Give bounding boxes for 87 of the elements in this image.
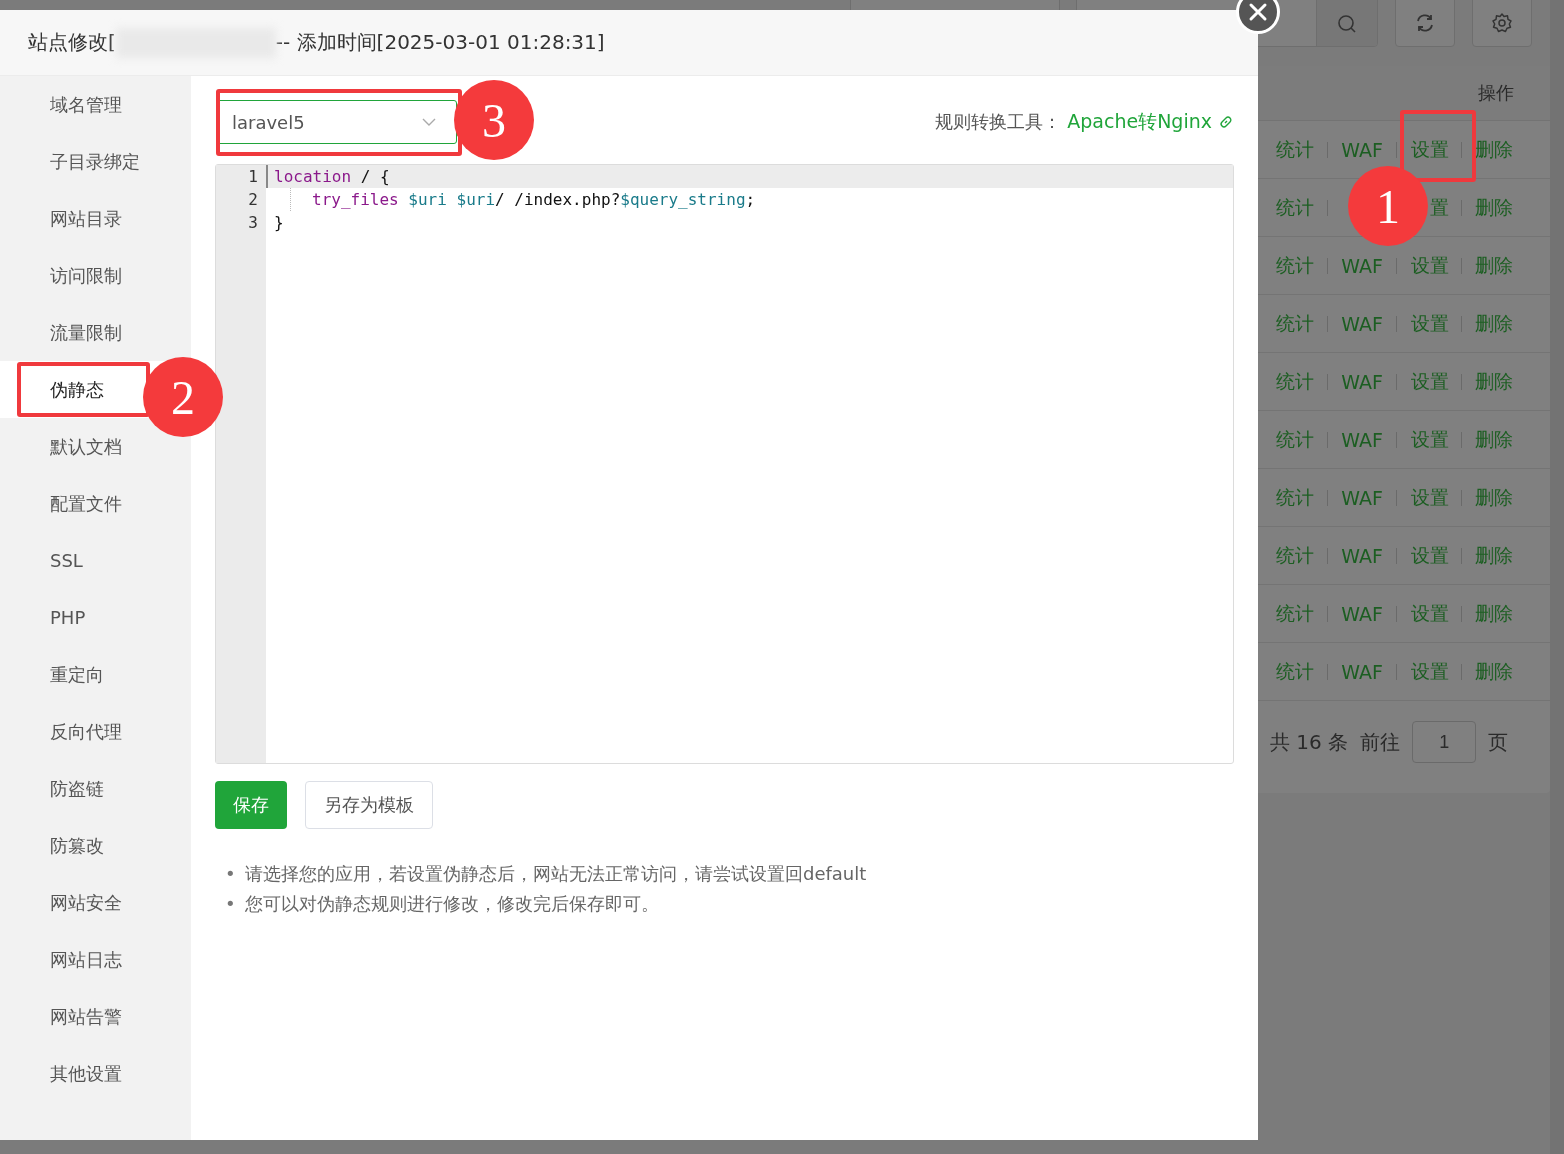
converter-link[interactable]: Apache转Nginx <box>1067 109 1212 135</box>
line-number: 3 <box>248 213 258 232</box>
action-link[interactable]: WAF <box>1341 428 1383 451</box>
save-template-button[interactable]: 另存为模板 <box>305 781 433 829</box>
action-link[interactable]: 删除 <box>1475 659 1513 682</box>
action-link[interactable]: 设置 <box>1411 658 1449 685</box>
action-link[interactable]: WAF <box>1341 370 1383 393</box>
action-link[interactable]: WAF <box>1341 254 1383 277</box>
action-link[interactable]: 删除 <box>1475 195 1513 218</box>
code-editor[interactable]: 1 2 3 location / { try_files $uri $uri/ /index.php?$query_string; } <box>215 164 1234 764</box>
action-link[interactable]: WAF <box>1341 138 1383 161</box>
action-link[interactable]: 统计 <box>1276 137 1314 160</box>
action-link[interactable]: 设置 <box>1411 484 1449 511</box>
sidebar-item[interactable]: 伪静态 <box>50 379 104 400</box>
action-link[interactable]: 设置 <box>1411 252 1449 279</box>
caret-icon <box>422 118 436 126</box>
action-link[interactable]: 删除 <box>1475 601 1513 624</box>
code-line: try_files $uri $uri/ /index.php?$query_string; <box>312 190 756 209</box>
sidebar-item[interactable]: 流量限制 <box>50 322 122 343</box>
settings-icon <box>1491 12 1513 34</box>
action-link[interactable]: 统计 <box>1276 253 1314 276</box>
close-icon <box>1247 1 1269 23</box>
refresh-icon <box>1414 12 1436 34</box>
action-link[interactable]: 删除 <box>1475 543 1513 566</box>
action-link[interactable]: WAF <box>1341 312 1383 335</box>
action-link[interactable]: 统计 <box>1276 311 1314 334</box>
code-line: } <box>274 213 284 232</box>
action-link[interactable]: 删除 <box>1475 137 1513 160</box>
help-note: 请选择您的应用，若设置伪静态后，网站无法正常访问，请尝试设置回default <box>245 863 867 884</box>
sidebar-item[interactable]: 网站日志 <box>50 949 122 970</box>
action-link[interactable]: 统计 <box>1276 369 1314 392</box>
converter-label: 规则转换工具： <box>935 110 1062 134</box>
save-button[interactable]: 保存 <box>215 781 287 829</box>
action-link[interactable]: 删除 <box>1475 369 1513 392</box>
sidebar-item[interactable]: 访问限制 <box>50 265 122 286</box>
sidebar-item[interactable]: 子目录绑定 <box>50 151 140 172</box>
action-link[interactable]: 统计 <box>1276 659 1314 682</box>
action-link[interactable]: 统计 <box>1276 601 1314 624</box>
settings-button[interactable] <box>1472 0 1532 47</box>
line-number: 1 <box>248 167 258 186</box>
action-link[interactable]: WAF <box>1341 486 1383 509</box>
action-link[interactable]: 删除 <box>1475 485 1513 508</box>
action-link[interactable]: 设置 <box>1411 368 1449 395</box>
sidebar-item[interactable]: 反向代理 <box>50 721 122 742</box>
refresh-button[interactable] <box>1395 0 1455 47</box>
sidebar-item[interactable]: 防篡改 <box>50 835 104 856</box>
action-link[interactable]: 统计 <box>1276 485 1314 508</box>
page-input[interactable]: 1 <box>1412 721 1477 763</box>
action-link[interactable]: 设置 <box>1411 600 1449 627</box>
action-link[interactable]: 设置 <box>1411 310 1449 337</box>
bullet: • <box>225 862 237 886</box>
sidebar-item[interactable]: SSL <box>50 550 83 571</box>
action-link[interactable]: 设置 <box>1411 542 1449 569</box>
action-link[interactable]: 置 <box>1430 194 1449 221</box>
sidebar-item[interactable]: 其他设置 <box>50 1063 122 1084</box>
action-link[interactable]: WAF <box>1341 602 1383 625</box>
code-line: location / { <box>274 167 390 186</box>
search-icon[interactable] <box>1337 14 1357 34</box>
action-link[interactable]: 统计 <box>1276 543 1314 566</box>
action-link[interactable]: WAF <box>1341 660 1383 683</box>
link-icon <box>1218 114 1234 130</box>
goto-label: 前往 <box>1360 728 1401 756</box>
sidebar-item[interactable]: 配置文件 <box>50 493 122 514</box>
sidebar-item[interactable]: PHP <box>50 607 86 628</box>
action-link[interactable]: WAF <box>1341 544 1383 567</box>
dialog-title: -- 添加时间[2025-03-01 01:28:31] <box>275 29 605 56</box>
total-count: 共 16 条 <box>1270 728 1349 756</box>
line-number: 2 <box>248 190 258 209</box>
action-link[interactable]: 设置 <box>1411 136 1449 163</box>
action-link[interactable]: 设置 <box>1411 426 1449 453</box>
sidebar-item[interactable]: 防盗链 <box>50 778 104 799</box>
bullet: • <box>225 892 237 916</box>
action-link[interactable]: 删除 <box>1475 427 1513 450</box>
sidebar-item[interactable]: 网站安全 <box>50 892 122 913</box>
sidebar-item[interactable]: 网站告警 <box>50 1006 122 1027</box>
sidebar-item[interactable]: 默认文档 <box>50 436 122 457</box>
page-unit: 页 <box>1488 728 1509 756</box>
column-header: 操作 <box>1478 81 1514 105</box>
action-link[interactable]: 删除 <box>1475 311 1513 334</box>
action-link[interactable]: 统计 <box>1276 195 1314 218</box>
sidebar-item[interactable]: 域名管理 <box>50 94 122 115</box>
sidebar-item[interactable]: 重定向 <box>50 664 104 685</box>
action-link[interactable]: 统计 <box>1276 427 1314 450</box>
dialog-title: 站点修改[ <box>28 29 116 56</box>
help-note: 您可以对伪静态规则进行修改，修改完后保存即可。 <box>245 893 659 914</box>
sidebar-item[interactable]: 网站目录 <box>50 208 122 229</box>
action-link[interactable]: 删除 <box>1475 253 1513 276</box>
